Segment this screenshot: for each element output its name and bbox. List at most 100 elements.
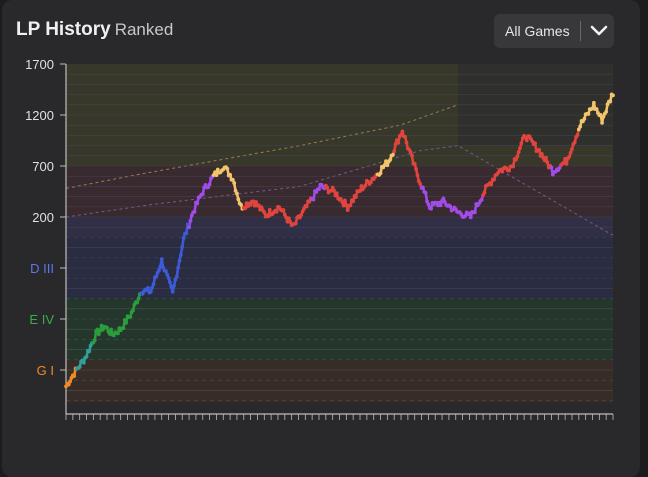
data-point	[124, 321, 129, 325]
data-point	[567, 154, 572, 159]
data-point	[172, 283, 176, 288]
data-point	[403, 134, 408, 139]
data-point	[539, 151, 544, 156]
data-point	[594, 107, 599, 111]
data-point	[195, 201, 200, 206]
band-grandmaster	[66, 166, 613, 217]
data-point	[311, 197, 316, 202]
data-point	[109, 327, 114, 332]
data-point	[400, 129, 405, 134]
data-point	[235, 191, 239, 196]
x-axis-ticks	[65, 414, 614, 420]
data-point	[92, 338, 97, 343]
data-point	[84, 354, 89, 359]
y-tick-label: 200	[32, 210, 54, 225]
data-point	[537, 147, 542, 152]
data-point	[188, 218, 193, 223]
data-point	[293, 221, 298, 226]
data-point	[492, 177, 496, 182]
data-point	[116, 331, 120, 336]
data-point	[307, 199, 312, 204]
data-point	[390, 153, 395, 157]
data-point	[151, 282, 156, 287]
data-point	[489, 182, 494, 187]
data-point	[178, 253, 183, 257]
data-point	[317, 187, 321, 192]
title-main: LP History	[16, 19, 111, 40]
data-point	[225, 166, 230, 171]
data-point	[448, 204, 453, 209]
y-tick-label: G I	[37, 363, 54, 378]
data-point	[591, 100, 596, 105]
data-point	[575, 133, 580, 138]
data-point	[332, 188, 336, 193]
data-point	[564, 161, 569, 166]
data-point	[507, 168, 511, 173]
lp-history-chart: 1700 1200 700 200 D III E IV G I	[25, 57, 615, 420]
title-sub: Ranked	[114, 20, 174, 39]
data-point	[200, 192, 205, 197]
data-point	[236, 197, 241, 202]
data-point	[180, 245, 185, 249]
data-point	[519, 141, 524, 146]
data-point	[105, 325, 109, 330]
data-point	[345, 208, 350, 213]
data-point	[408, 150, 413, 154]
data-point	[438, 203, 443, 208]
data-point	[262, 210, 267, 215]
y-axis-ticks: 1700 1200 700 200 D III E IV G I	[25, 57, 66, 378]
data-point	[482, 190, 487, 195]
band-gold	[66, 359, 613, 403]
data-point	[441, 196, 446, 201]
data-point	[157, 268, 161, 273]
data-point	[472, 210, 477, 215]
data-point	[348, 203, 353, 208]
y-tick-label: E IV	[29, 312, 54, 327]
data-point	[549, 165, 554, 170]
chart-title: LP History Ranked	[16, 19, 173, 41]
data-point	[168, 280, 172, 285]
y-tick-label: 1700	[25, 57, 54, 72]
y-tick-label: D III	[30, 261, 54, 276]
data-point	[136, 296, 141, 301]
data-point	[187, 225, 191, 230]
data-point	[228, 172, 233, 177]
chevron-down-icon[interactable]	[590, 23, 608, 39]
data-point	[96, 332, 101, 337]
data-point	[281, 208, 286, 212]
data-point	[150, 285, 155, 290]
data-point	[81, 360, 86, 365]
data-point	[154, 274, 159, 279]
data-point	[230, 177, 235, 182]
data-point	[232, 181, 237, 185]
data-point	[533, 141, 537, 146]
data-point	[600, 121, 604, 125]
data-point	[429, 206, 434, 211]
data-point	[267, 207, 272, 212]
game-filter-dropdown[interactable]: All Games	[494, 14, 614, 48]
data-point	[511, 164, 516, 169]
data-point	[363, 183, 368, 188]
data-point	[568, 150, 573, 155]
data-point	[254, 200, 258, 204]
data-point	[410, 153, 414, 158]
data-point	[334, 191, 339, 196]
data-point	[369, 180, 373, 185]
data-point	[396, 140, 401, 145]
data-point	[170, 289, 175, 294]
data-point	[524, 138, 529, 143]
data-point	[421, 185, 425, 190]
data-point	[516, 150, 521, 154]
data-point	[163, 269, 168, 274]
data-point	[146, 286, 150, 290]
data-point	[392, 149, 397, 154]
data-point	[166, 276, 171, 280]
data-point	[215, 167, 220, 172]
y-tick-label: 1200	[25, 108, 54, 123]
data-point	[184, 231, 189, 236]
data-point	[77, 365, 82, 369]
data-point	[586, 112, 591, 116]
data-point	[239, 202, 243, 207]
data-point	[165, 272, 170, 277]
data-point	[545, 160, 550, 165]
